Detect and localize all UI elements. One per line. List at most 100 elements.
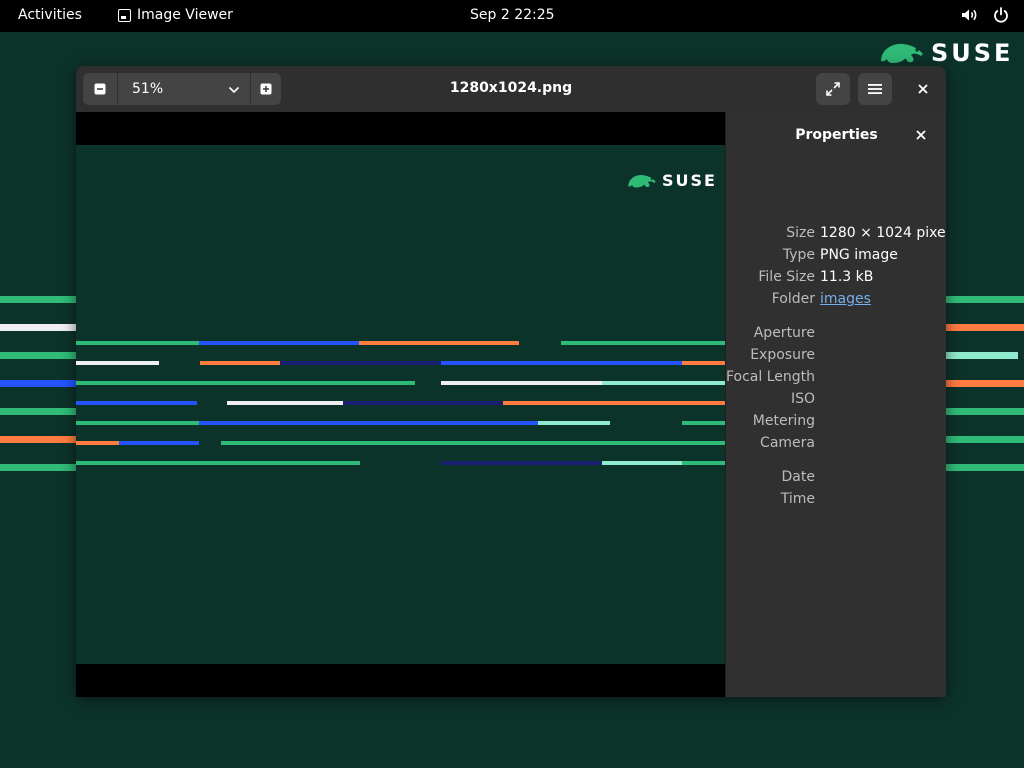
bg-stripe [0,324,76,331]
property-key: Focal Length [725,369,815,385]
properties-panel: Properties Size 1280 × 1024 pixels Type … [725,112,946,697]
bg-stripe [946,408,1024,415]
zoom-out-button[interactable] [83,73,117,105]
app-menu[interactable]: Image Viewer [118,7,233,23]
image-stripe [76,401,197,405]
image-stripe [682,361,725,365]
property-size: Size 1280 × 1024 pixels [726,225,946,245]
bg-stripe [946,464,1024,471]
zoom-out-icon [94,83,106,95]
volume-icon[interactable] [960,6,978,24]
property-iso: ISO [726,391,946,411]
image-stripe [221,441,725,445]
image-stripe [76,461,360,465]
chameleon-icon [628,174,656,188]
image-logo-text: SUSE [662,171,717,190]
property-folder: Folder images [726,291,946,311]
property-value: PNG image [820,247,898,263]
power-icon[interactable] [992,6,1010,24]
image-canvas[interactable]: SUSE [76,112,725,697]
fullscreen-icon [826,82,840,96]
bg-stripe [0,408,76,415]
zoom-in-icon [260,83,272,95]
property-focal-length: Focal Length [726,369,946,389]
property-aperture: Aperture [726,325,946,345]
bg-stripe [946,296,1024,303]
bg-stripe [0,380,76,387]
image-stripe [441,461,602,465]
image-viewer-icon [118,8,131,22]
image-stripe [682,421,725,425]
image-stripe [76,381,415,385]
desktop-suse-logo: SUSE [879,39,1013,67]
property-key: Metering [752,413,815,429]
property-key: Camera [760,435,815,451]
property-value: 1280 × 1024 pixels [820,225,946,241]
property-key: Aperture [753,325,815,341]
property-key: Size [786,225,815,241]
image-stripe [76,441,119,445]
header-bar: 51% 1280x1024.png [76,66,946,113]
zoom-in-button[interactable] [251,73,281,105]
image-stripe [199,421,538,425]
image-stripe [359,341,519,345]
bg-stripe [946,380,1024,387]
folder-link[interactable]: images [820,291,871,307]
image-stripe [227,401,343,405]
image-stripe [343,401,503,405]
main-menu-button[interactable] [858,73,892,105]
image-stripe [441,381,602,385]
close-icon [918,84,928,94]
image-stripe [119,441,199,445]
property-key: Type [782,247,815,263]
clock[interactable]: Sep 2 22:25 [470,7,555,23]
zoom-level-dropdown[interactable]: 51% [118,73,250,105]
property-type: Type PNG image [726,247,946,267]
image-stripe [200,361,280,365]
image-stripe [602,381,725,385]
bg-stripe [0,352,76,359]
image-stripe [199,341,359,345]
bg-stripe [946,436,1024,443]
image-stripe [561,341,725,345]
property-date: Date [726,469,946,489]
property-key: Exposure [750,347,815,363]
property-metering: Metering [726,413,946,433]
image-stripe [441,361,682,365]
property-file-size: File Size 11.3 kB [726,269,946,289]
image-stripe [503,401,725,405]
bg-stripe [0,464,76,471]
activities-button[interactable]: Activities [18,7,82,23]
top-bar: Activities Image Viewer Sep 2 22:25 [0,0,1024,32]
property-key: ISO [790,391,815,407]
image-stripe [280,361,441,365]
properties-title: Properties [795,127,878,143]
close-window-button[interactable] [908,74,938,104]
property-exposure: Exposure [726,347,946,367]
app-menu-label: Image Viewer [137,7,233,23]
hamburger-menu-icon [868,84,882,94]
image-suse-logo: SUSE [627,171,717,190]
close-icon[interactable] [914,128,928,142]
property-key: Time [780,491,815,507]
image-viewer-window: 51% 1280x1024.png SUSE Properties Size 1… [76,66,946,697]
image-stripe [76,421,199,425]
bg-stripe [946,324,1024,331]
bg-stripe [0,296,76,303]
fullscreen-button[interactable] [816,73,850,105]
image-stripe [682,461,725,465]
image-stripe [538,421,610,425]
property-camera: Camera [726,435,946,455]
property-value: 11.3 kB [820,269,874,285]
zoom-level-value: 51% [132,81,164,97]
system-tray[interactable] [960,6,1010,24]
property-key: Date [781,469,815,485]
property-time: Time [726,491,946,511]
bg-stripe [0,436,76,443]
displayed-image: SUSE [76,145,725,664]
bg-stripe [946,352,1018,359]
property-key: Folder [771,291,815,307]
property-key: File Size [758,269,815,285]
image-stripe [76,341,199,345]
image-stripe [76,361,159,365]
